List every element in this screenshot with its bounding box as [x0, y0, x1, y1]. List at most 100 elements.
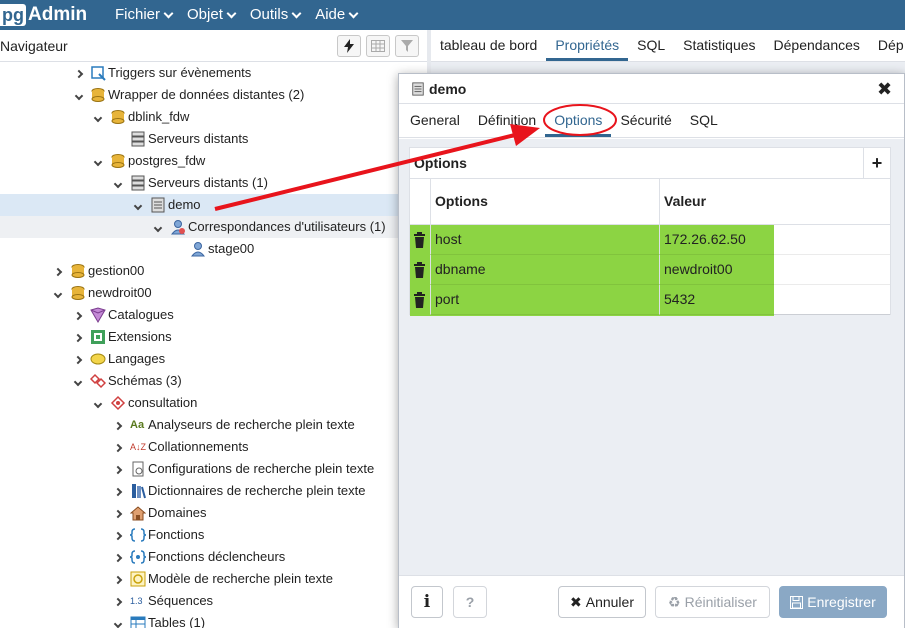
help-button[interactable]: ?: [453, 586, 487, 618]
chevron-right-icon: [73, 355, 83, 365]
info-button[interactable]: i: [411, 586, 443, 618]
pgadmin-logo: pg Admin: [0, 2, 87, 27]
expand-toggle[interactable]: [52, 260, 64, 282]
tree-item-collations[interactable]: A↓Z Collationnements: [0, 436, 427, 458]
option-value-cell[interactable]: 172.26.62.50: [659, 225, 890, 255]
tree-item-extensions[interactable]: Extensions: [0, 326, 427, 348]
dialog-tab-security[interactable]: Sécurité: [611, 104, 680, 137]
tab-statistics[interactable]: Statistiques: [674, 30, 764, 61]
expand-toggle[interactable]: [72, 304, 84, 326]
dialog-footer: i ? ✖ Annuler ♻ Réinitialiser Enregistrer: [399, 575, 904, 628]
expand-toggle[interactable]: [112, 568, 124, 590]
dialog-tab-options[interactable]: Options: [545, 104, 612, 137]
dialog-tab-sql[interactable]: SQL: [681, 104, 727, 137]
expand-toggle[interactable]: [112, 436, 124, 458]
dialog-tab-definition[interactable]: Définition: [469, 104, 545, 137]
options-grid: Options + Options Valeur host 172.26.62.…: [409, 147, 891, 316]
expand-toggle[interactable]: [112, 480, 124, 502]
tree-item-functions[interactable]: Fonctions: [0, 524, 427, 546]
tree-item-postgres-fdw[interactable]: postgres_fdw: [0, 150, 427, 172]
dialog-tab-general[interactable]: General: [401, 104, 469, 137]
close-icon[interactable]: ✖: [877, 79, 892, 100]
tab-properties[interactable]: Propriétés: [546, 30, 629, 61]
tree-item-fts-dictionaries[interactable]: Dictionnaires de recherche plein texte: [0, 480, 427, 502]
menu-fichier[interactable]: Fichier: [115, 0, 174, 30]
tab-dependents[interactable]: Dép: [869, 30, 905, 61]
collapse-toggle[interactable]: [73, 84, 85, 106]
logo-pg: pg: [0, 3, 26, 26]
menu-outils[interactable]: Outils: [250, 0, 302, 30]
expand-toggle[interactable]: [112, 546, 124, 568]
tree-item-languages[interactable]: Langages: [0, 348, 427, 370]
tree-item-tables[interactable]: Tables (1): [0, 612, 427, 628]
chevron-down-icon: [74, 91, 84, 101]
menu-objet[interactable]: Objet: [187, 0, 237, 30]
tree-item-fts-templates[interactable]: Modèle de recherche plein texte: [0, 568, 427, 590]
foreign-server-dialog: demo ✖ General Définition Options Sécuri…: [398, 73, 905, 628]
tree-item-triggers[interactable]: Triggers sur évènements: [0, 62, 427, 84]
tree-item-user-mappings[interactable]: Correspondances d'utilisateurs (1): [0, 216, 427, 238]
chevron-down-icon: [291, 8, 302, 18]
reset-button[interactable]: ♻ Réinitialiser: [655, 586, 770, 618]
tab-dependencies[interactable]: Dépendances: [765, 30, 869, 61]
trash-icon[interactable]: [413, 262, 426, 278]
filter-button[interactable]: [395, 35, 419, 57]
collapse-toggle[interactable]: [92, 392, 104, 414]
expand-toggle[interactable]: [73, 62, 85, 84]
tab-sql[interactable]: SQL: [628, 30, 674, 61]
expand-toggle[interactable]: [72, 348, 84, 370]
tree-item-consultation[interactable]: consultation: [0, 392, 427, 414]
trash-icon[interactable]: [413, 292, 426, 308]
expand-toggle[interactable]: [112, 590, 124, 612]
tree-item-label: dblink_fdw: [128, 109, 190, 124]
expand-toggle[interactable]: [112, 524, 124, 546]
expand-toggle[interactable]: [112, 502, 124, 524]
option-name-cell[interactable]: host: [430, 225, 659, 255]
tree-item-newdroit00[interactable]: newdroit00: [0, 282, 427, 304]
tree-item-foreign-servers-1[interactable]: Serveurs distants (1): [0, 172, 427, 194]
tree-item-dblink-fdw[interactable]: dblink_fdw: [0, 106, 427, 128]
tree-item-foreign-servers[interactable]: Serveurs distants: [0, 128, 427, 150]
column-header-value: Valeur: [659, 179, 890, 224]
tree-item-gestion00[interactable]: gestion00: [0, 260, 427, 282]
collapse-toggle[interactable]: [112, 612, 124, 628]
cancel-button[interactable]: ✖ Annuler: [558, 586, 646, 618]
tree-item-label: consultation: [128, 395, 198, 410]
tree-item-schemas[interactable]: Schémas (3): [0, 370, 427, 392]
option-name-cell[interactable]: dbname: [430, 255, 659, 285]
option-name-cell[interactable]: port: [430, 285, 659, 315]
tab-dashboard[interactable]: tableau de bord: [431, 30, 546, 61]
tree-item-demo[interactable]: demo: [0, 194, 427, 216]
collapse-toggle[interactable]: [92, 106, 104, 128]
tree-item-fdw-group[interactable]: Wrapper de données distantes (2): [0, 84, 427, 106]
option-value-cell[interactable]: newdroit00: [659, 255, 890, 285]
tree-item-label: Collationnements: [148, 439, 249, 454]
tree-item-fts-parsers[interactable]: Aa Analyseurs de recherche plein texte: [0, 414, 427, 436]
navigator-title: Navigateur: [0, 38, 68, 54]
tree-item-sequences[interactable]: 1.3 Séquences: [0, 590, 427, 612]
button-label: Réinitialiser: [684, 594, 757, 610]
collapse-toggle[interactable]: [152, 216, 164, 238]
tree-item-trigger-functions[interactable]: Fonctions déclencheurs: [0, 546, 427, 568]
menu-aide[interactable]: Aide: [315, 0, 359, 30]
add-option-button[interactable]: +: [863, 148, 890, 179]
collapse-toggle[interactable]: [132, 194, 144, 216]
collapse-toggle[interactable]: [72, 370, 84, 392]
tree-item-fts-configurations[interactable]: Configurations de recherche plein texte: [0, 458, 427, 480]
expand-toggle[interactable]: [72, 326, 84, 348]
trash-icon[interactable]: [413, 232, 426, 248]
view-data-button[interactable]: [366, 35, 390, 57]
expand-toggle[interactable]: [112, 458, 124, 480]
dialog-header[interactable]: demo ✖: [399, 74, 904, 104]
collapse-toggle[interactable]: [112, 172, 124, 194]
tree-item-domains[interactable]: Domaines: [0, 502, 427, 524]
collapse-toggle[interactable]: [92, 150, 104, 172]
collapse-toggle[interactable]: [52, 282, 64, 304]
user-mappings-icon: [170, 220, 186, 235]
expand-toggle[interactable]: [112, 414, 124, 436]
option-value-cell[interactable]: 5432: [659, 285, 890, 315]
save-button[interactable]: Enregistrer: [779, 586, 887, 618]
query-tool-button[interactable]: [337, 35, 361, 57]
tree-item-catalogs[interactable]: Catalogues: [0, 304, 427, 326]
tree-item-stage00[interactable]: stage00: [0, 238, 427, 260]
